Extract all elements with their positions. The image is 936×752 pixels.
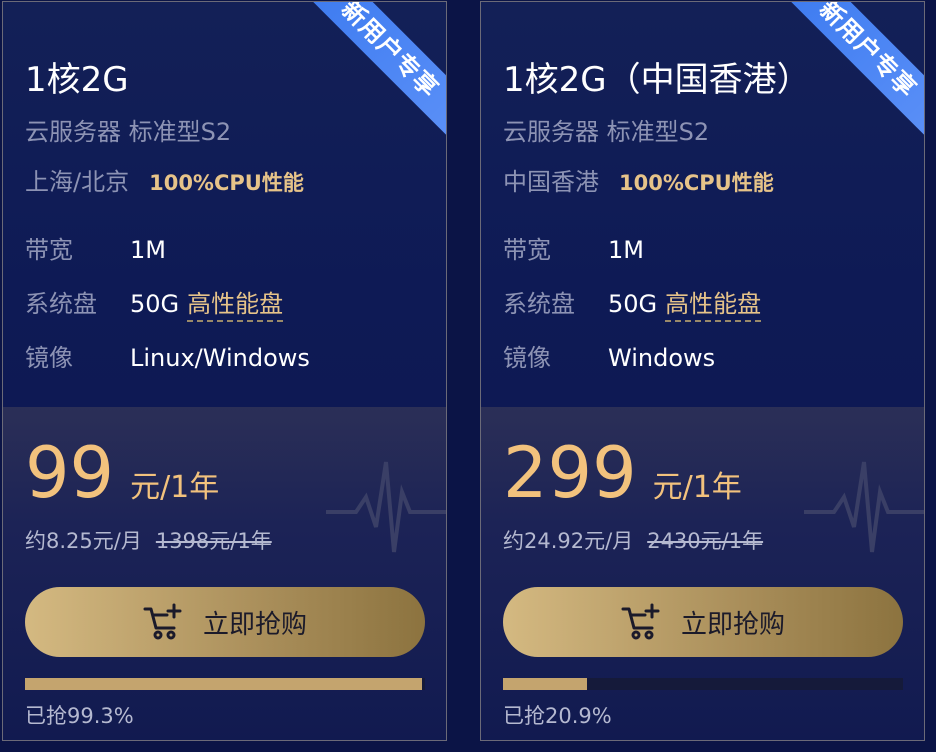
price: 299 元/1年 xyxy=(503,432,742,514)
spec-value: Linux/Windows xyxy=(130,344,310,372)
region-text: 上海/北京 xyxy=(25,168,130,196)
spec-key: 系统盘 xyxy=(503,290,575,318)
price-number: 99 xyxy=(25,432,115,514)
region-row: 中国香港 100%CPU性能 xyxy=(503,162,774,197)
monthly-price-row: 约8.25元/月 1398元/1年 xyxy=(25,525,272,555)
buy-now-label: 立即抢购 xyxy=(202,609,307,640)
sold-progress-bar xyxy=(503,678,903,690)
product-card: 新用户专享 1核2G（中国香港） 云服务器 标准型S2 中国香港 100%CPU性… xyxy=(480,1,925,741)
spec-image: 镜像 Linux/Windows xyxy=(25,338,310,373)
heartbeat-line-icon xyxy=(804,461,924,553)
buy-now-label: 立即抢购 xyxy=(680,609,785,640)
cpu-performance-badge: 100%CPU性能 xyxy=(619,171,774,195)
heartbeat-line-icon xyxy=(326,461,446,553)
spec-disk: 系统盘 50G 高性能盘 xyxy=(503,284,762,322)
monthly-price: 约24.92元/月 xyxy=(503,529,634,553)
spec-key: 带宽 xyxy=(25,236,73,264)
sold-progress-fill xyxy=(503,678,587,690)
cart-plus-icon xyxy=(143,603,182,640)
sold-progress-bar xyxy=(25,678,425,690)
spec-key: 带宽 xyxy=(503,236,551,264)
sold-progress-label: 已抢20.9% xyxy=(503,704,612,728)
price-unit: 元/1年 xyxy=(130,470,220,505)
disk-type-link[interactable]: 高性能盘 xyxy=(665,290,762,322)
buy-now-button[interactable]: 立即抢购 xyxy=(25,587,425,657)
disk-type-link[interactable]: 高性能盘 xyxy=(187,290,284,322)
sold-progress-fill xyxy=(25,678,423,690)
spec-value: Windows xyxy=(608,344,716,372)
product-title: 1核2G（中国香港） xyxy=(503,60,811,100)
price-area: 299 元/1年 约24.92元/月 2430元/1年 立即抢购 已抢20.9% xyxy=(481,407,924,740)
price-number: 299 xyxy=(503,432,637,514)
spec-disk: 系统盘 50G 高性能盘 xyxy=(25,284,284,322)
region-row: 上海/北京 100%CPU性能 xyxy=(25,162,304,197)
spec-value: 1M xyxy=(130,236,166,264)
spec-value: 50G xyxy=(130,290,180,318)
region-text: 中国香港 xyxy=(503,168,599,196)
spec-value: 1M xyxy=(608,236,644,264)
spec-key: 镜像 xyxy=(25,344,73,372)
product-subtitle: 云服务器 标准型S2 xyxy=(503,118,710,146)
spec-key: 系统盘 xyxy=(25,290,97,318)
spec-image: 镜像 Windows xyxy=(503,338,715,373)
new-user-ribbon: 新用户专享 xyxy=(304,2,446,135)
product-card: 新用户专享 1核2G 云服务器 标准型S2 上海/北京 100%CPU性能 带宽 1… xyxy=(2,1,447,741)
monthly-price-row: 约24.92元/月 2430元/1年 xyxy=(503,525,763,555)
spec-value: 50G xyxy=(608,290,658,318)
original-price: 1398元/1年 xyxy=(155,529,272,553)
price-unit: 元/1年 xyxy=(652,470,742,505)
cpu-performance-badge: 100%CPU性能 xyxy=(149,171,304,195)
price: 99 元/1年 xyxy=(25,432,219,514)
price-area: 99 元/1年 约8.25元/月 1398元/1年 立即抢购 已抢99.3% xyxy=(3,407,446,740)
buy-now-button[interactable]: 立即抢购 xyxy=(503,587,903,657)
sold-progress-label: 已抢99.3% xyxy=(25,704,134,728)
product-title: 1核2G xyxy=(25,60,129,100)
original-price: 2430元/1年 xyxy=(647,529,764,553)
cart-plus-icon xyxy=(621,603,660,640)
monthly-price: 约8.25元/月 xyxy=(25,529,142,553)
spec-bandwidth: 带宽 1M xyxy=(503,230,644,265)
product-subtitle: 云服务器 标准型S2 xyxy=(25,118,232,146)
spec-key: 镜像 xyxy=(503,344,551,372)
spec-bandwidth: 带宽 1M xyxy=(25,230,166,265)
